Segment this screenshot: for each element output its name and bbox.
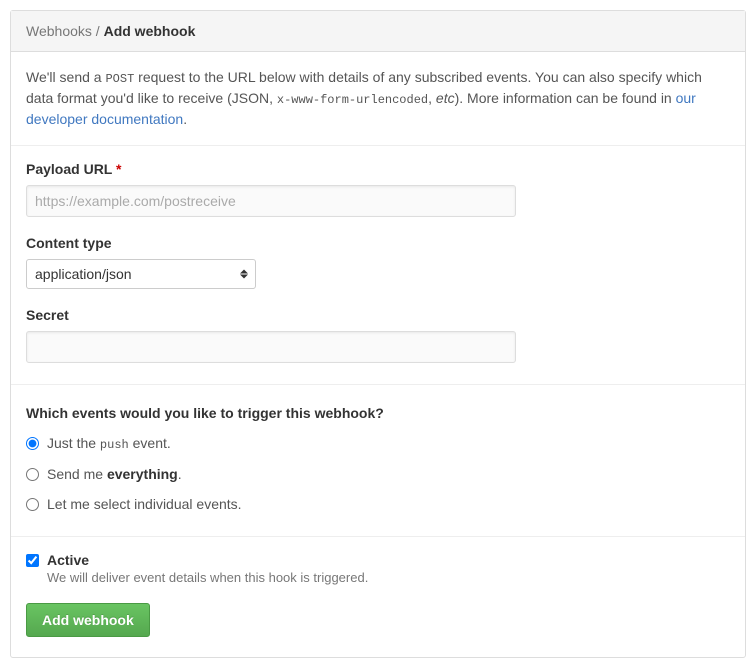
label-strong: everything bbox=[107, 466, 178, 482]
content-type-select-wrap: application/json bbox=[26, 259, 256, 289]
radio-everything-label: Send me everything. bbox=[47, 466, 182, 482]
label-text: event. bbox=[129, 435, 171, 451]
label-text: Just the bbox=[47, 435, 100, 451]
breadcrumb: Webhooks / Add webhook bbox=[11, 11, 745, 52]
active-content: Active We will deliver event details whe… bbox=[47, 552, 730, 585]
radio-option-push[interactable]: Just the push event. bbox=[26, 435, 730, 452]
payload-url-input[interactable] bbox=[26, 185, 516, 217]
label-text: Payload URL bbox=[26, 161, 112, 177]
content-type-group: Content type application/json bbox=[26, 235, 730, 289]
desc-text: ). More information can be found in bbox=[455, 90, 676, 106]
radio-push-label: Just the push event. bbox=[47, 435, 171, 452]
urlencoded-code: x-www-form-urlencoded bbox=[277, 93, 428, 107]
events-section: Which events would you like to trigger t… bbox=[11, 385, 745, 536]
required-indicator: * bbox=[116, 161, 121, 177]
active-checkbox[interactable] bbox=[26, 554, 39, 567]
breadcrumb-parent: Webhooks bbox=[26, 23, 92, 39]
desc-text: , bbox=[428, 90, 436, 106]
desc-em: etc bbox=[436, 90, 455, 106]
desc-text: We'll send a bbox=[26, 69, 105, 85]
label-text: Send me bbox=[47, 466, 107, 482]
form-description: We'll send a POST request to the URL bel… bbox=[11, 52, 745, 146]
radio-individual[interactable] bbox=[26, 498, 39, 511]
label-text: . bbox=[178, 466, 182, 482]
desc-text: . bbox=[183, 111, 187, 127]
radio-everything[interactable] bbox=[26, 468, 39, 481]
payload-url-label: Payload URL * bbox=[26, 161, 730, 177]
add-webhook-button[interactable]: Add webhook bbox=[26, 603, 150, 637]
active-label: Active bbox=[47, 552, 730, 568]
active-description: We will deliver event details when this … bbox=[47, 570, 730, 585]
secret-group: Secret bbox=[26, 307, 730, 363]
breadcrumb-current: Add webhook bbox=[104, 23, 196, 39]
webhook-form-container: Webhooks / Add webhook We'll send a POST… bbox=[10, 10, 746, 658]
active-checkbox-row[interactable]: Active We will deliver event details whe… bbox=[26, 552, 730, 585]
secret-input[interactable] bbox=[26, 331, 516, 363]
radio-option-everything[interactable]: Send me everything. bbox=[26, 466, 730, 482]
active-section: Active We will deliver event details whe… bbox=[11, 537, 745, 657]
radio-option-individual[interactable]: Let me select individual events. bbox=[26, 496, 730, 512]
radio-push[interactable] bbox=[26, 437, 39, 450]
radio-individual-label: Let me select individual events. bbox=[47, 496, 242, 512]
content-type-label: Content type bbox=[26, 235, 730, 251]
content-type-select[interactable]: application/json bbox=[26, 259, 256, 289]
payload-url-group: Payload URL * bbox=[26, 161, 730, 217]
form-main: Payload URL * Content type application/j… bbox=[11, 146, 745, 384]
events-title: Which events would you like to trigger t… bbox=[26, 405, 730, 421]
push-code: push bbox=[100, 438, 129, 452]
secret-label: Secret bbox=[26, 307, 730, 323]
post-code: POST bbox=[105, 72, 134, 86]
